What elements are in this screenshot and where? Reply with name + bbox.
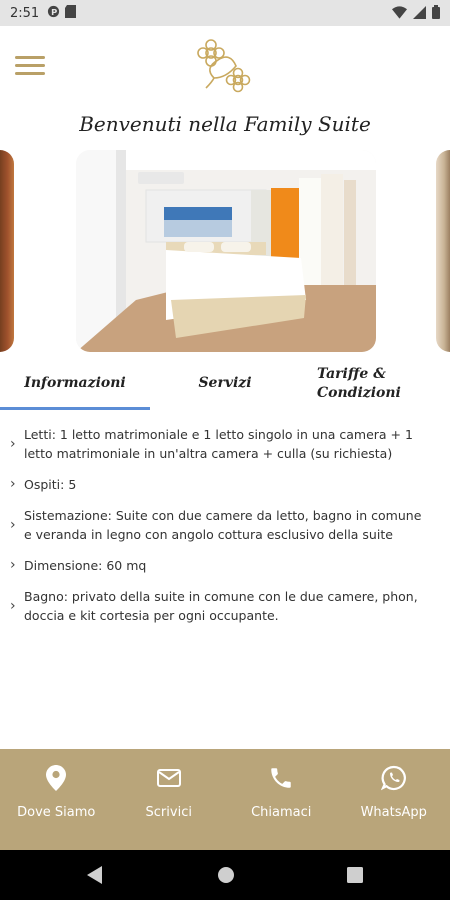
chiamaci-label: Chiamaci: [251, 805, 312, 820]
bottom-action-bar: Dove Siamo Scrivici Chiamaci WhatsApp: [0, 749, 450, 850]
list-item: › Bagno: privato della suite in comune c…: [10, 587, 430, 625]
signal-icon: [413, 5, 426, 23]
dove-siamo-label: Dove Siamo: [17, 805, 96, 820]
list-item: › Letti: 1 letto matrimoniale e 1 letto …: [10, 425, 430, 463]
status-time: 2:51: [10, 5, 40, 21]
list-item: › Dimensione: 60 mq: [10, 556, 430, 575]
phone-icon: [225, 765, 338, 791]
info-text: Ospiti: 5: [24, 477, 77, 492]
back-icon[interactable]: [86, 865, 104, 889]
recents-icon[interactable]: [346, 865, 364, 889]
info-text: Dimensione: 60 mq: [24, 558, 147, 573]
carousel-prev-slide[interactable]: [0, 150, 14, 352]
mail-icon: [113, 765, 226, 791]
tab-tariffe-line1: Tariffe &: [317, 366, 386, 382]
whatsapp-label: WhatsApp: [360, 805, 427, 820]
info-text: Bagno: privato della suite in comune con…: [24, 589, 418, 623]
tab-tariffe-condizioni[interactable]: Tariffe & Condizioni: [317, 365, 427, 403]
app-notification-icon: P: [47, 5, 60, 22]
list-item: › Ospiti: 5: [10, 475, 430, 494]
chevron-right-icon: ›: [10, 517, 16, 533]
page-title: Benvenuti nella Family Suite: [79, 112, 371, 136]
dove-siamo-button[interactable]: Dove Siamo: [0, 749, 113, 850]
carousel-main-photo[interactable]: [76, 150, 376, 352]
flower-logo-icon: [196, 38, 254, 96]
app-header: [0, 26, 450, 106]
whatsapp-button[interactable]: WhatsApp: [338, 749, 450, 850]
location-pin-icon: [0, 765, 113, 791]
home-icon[interactable]: [217, 865, 235, 889]
chevron-right-icon: ›: [10, 557, 16, 573]
tab-bar: Informazioni Servizi Tariffe & Condizion…: [0, 365, 450, 411]
chevron-right-icon: ›: [10, 476, 16, 492]
chevron-right-icon: ›: [10, 436, 16, 452]
wifi-icon: [392, 5, 407, 23]
svg-text:P: P: [51, 6, 57, 16]
hamburger-menu-icon[interactable]: [15, 56, 45, 78]
info-text: Sistemazione: Suite con due camere da le…: [24, 508, 422, 542]
scrivici-button[interactable]: Scrivici: [113, 749, 226, 850]
chiamaci-button[interactable]: Chiamaci: [225, 749, 338, 850]
carousel-next-slide[interactable]: [436, 150, 450, 352]
list-item: › Sistemazione: Suite con due camere da …: [10, 506, 430, 544]
status-right: [392, 5, 440, 23]
info-list: › Letti: 1 letto matrimoniale e 1 letto …: [10, 425, 430, 637]
tab-tariffe-line2: Condizioni: [317, 385, 401, 401]
active-tab-indicator: [0, 407, 150, 410]
status-bar: 2:51 P: [0, 0, 450, 26]
system-nav-bar: [0, 850, 450, 900]
tab-servizi[interactable]: Servizi: [150, 375, 300, 391]
chevron-right-icon: ›: [10, 598, 16, 614]
battery-icon: [432, 5, 440, 23]
whatsapp-icon: [338, 765, 450, 791]
photo-carousel[interactable]: [0, 150, 450, 355]
sd-card-icon: [65, 4, 77, 22]
info-text: Letti: 1 letto matrimoniale e 1 letto si…: [24, 427, 413, 461]
tab-informazioni[interactable]: Informazioni: [0, 375, 150, 391]
scrivici-label: Scrivici: [145, 805, 192, 820]
